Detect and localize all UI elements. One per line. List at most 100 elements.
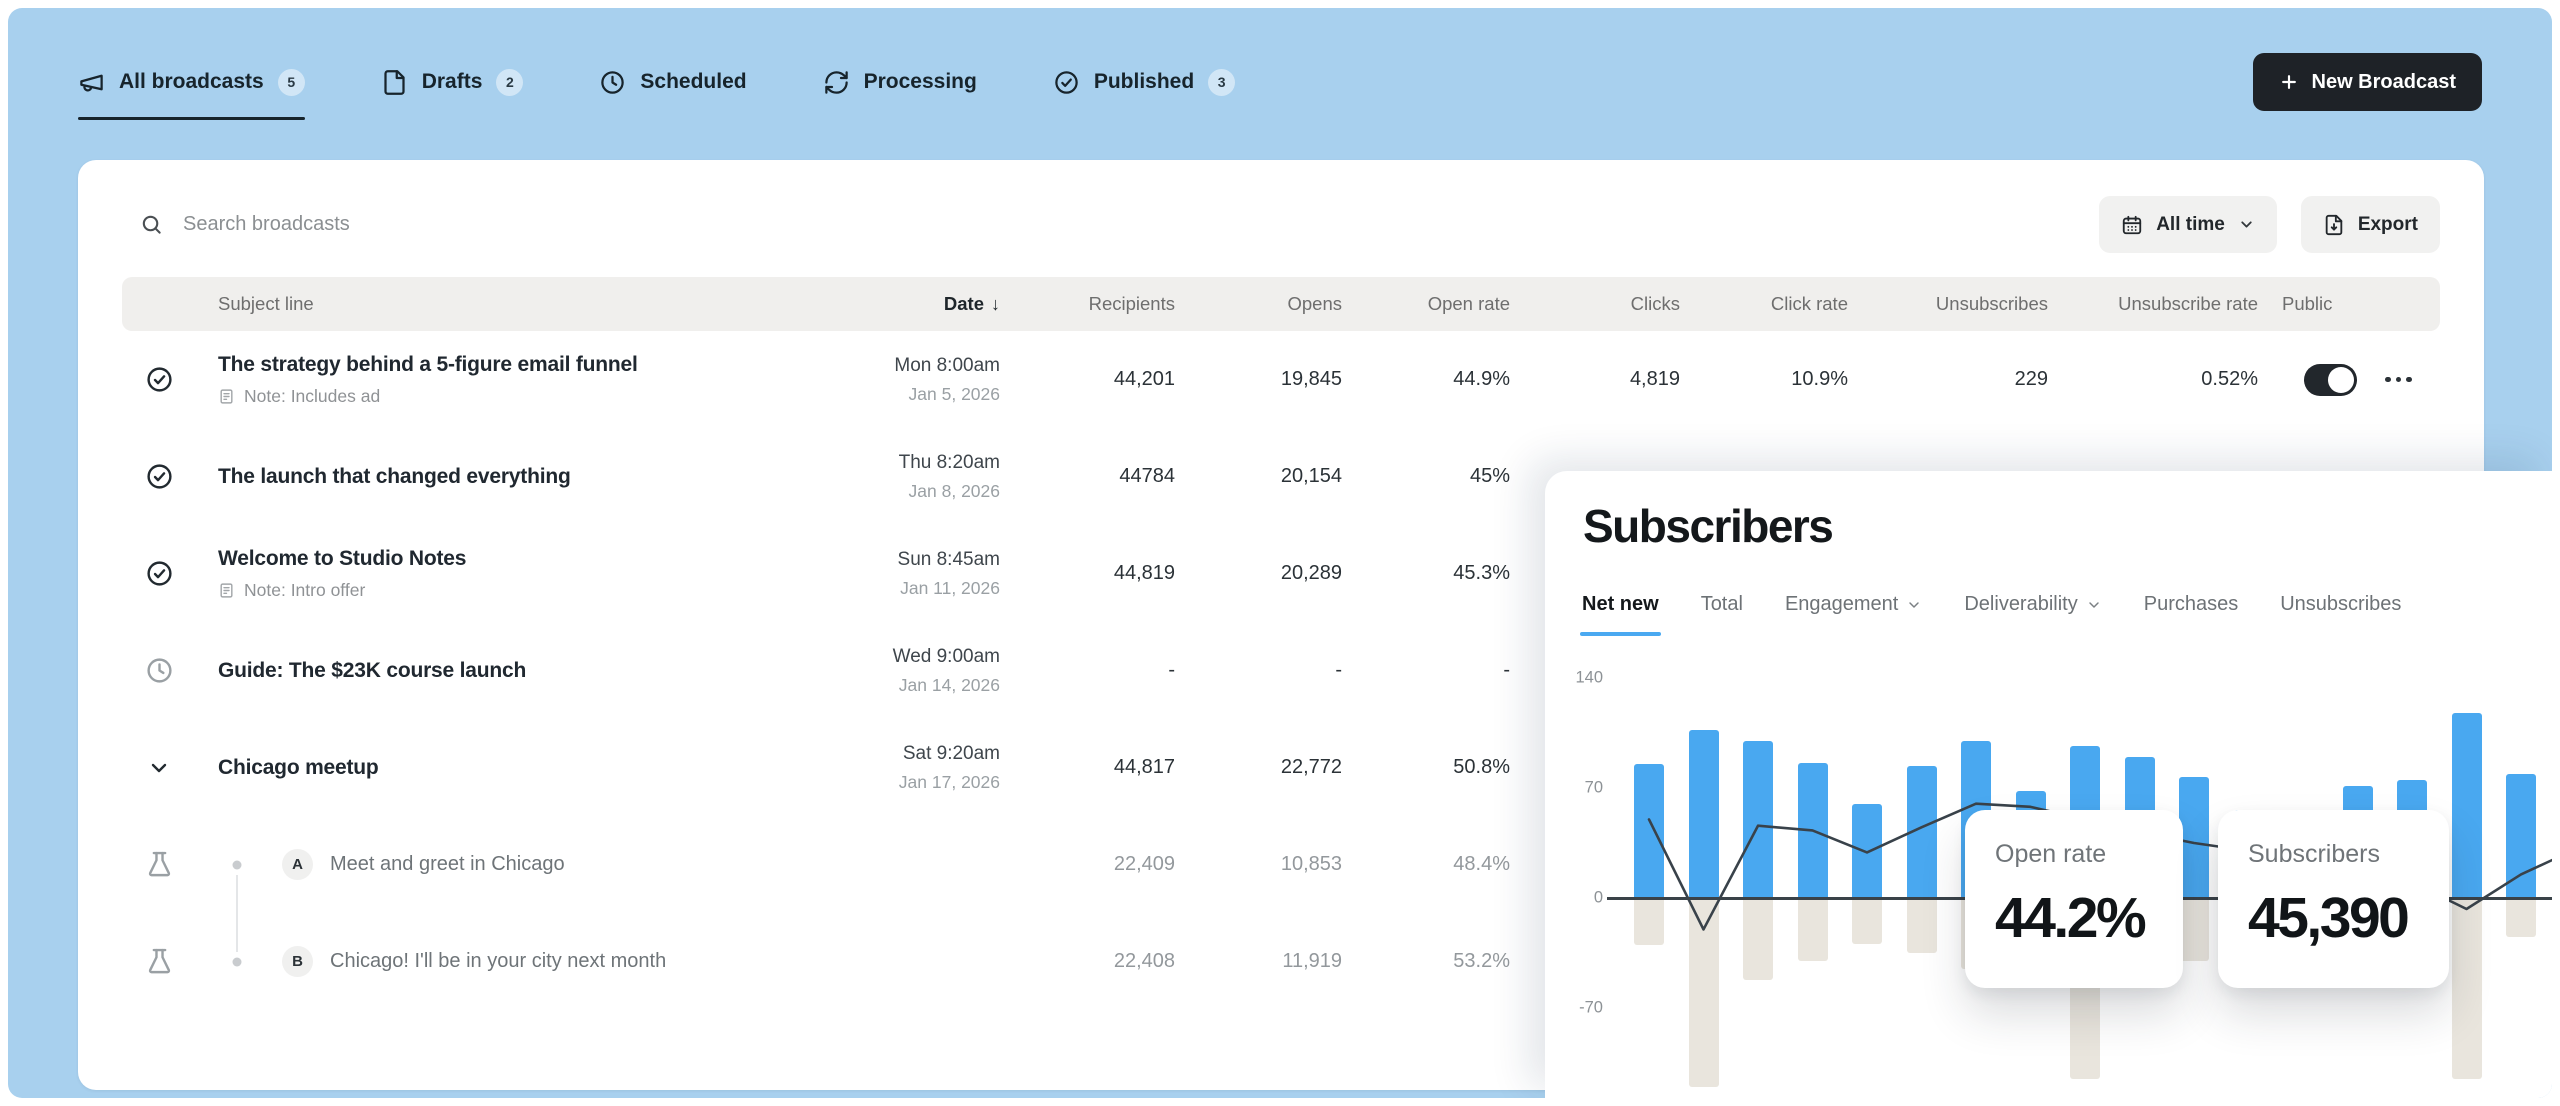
subject-cell: The strategy behind a 5-figure email fun…: [196, 353, 840, 407]
column-header-subject[interactable]: Subject line: [196, 293, 840, 315]
chevron-down-icon: [147, 756, 171, 780]
row-note: Note: Intro offer: [218, 580, 840, 601]
ab-connector-node: [233, 860, 242, 869]
row-title: Chicago meetup: [218, 756, 840, 780]
tab-count-badge: 5: [278, 69, 305, 96]
new-broadcast-label: New Broadcast: [2312, 71, 2457, 94]
date-time: Thu 8:20am: [840, 452, 1000, 474]
note-icon: [218, 388, 235, 405]
date-time: Wed 9:00am: [840, 646, 1000, 668]
clock-icon: [599, 69, 626, 96]
opens-cell: 20,154: [1175, 465, 1342, 488]
date-time: Sat 9:20am: [840, 743, 1000, 765]
column-header-clicks[interactable]: Clicks: [1510, 293, 1680, 315]
ab-connector-line: [236, 910, 238, 952]
row-title: The launch that changed everything: [218, 465, 840, 489]
row-note-text: Note: Includes ad: [244, 386, 380, 407]
export-label: Export: [2358, 214, 2418, 236]
open_rate-cell: 45%: [1342, 465, 1510, 488]
row-title: Welcome to Studio Notes: [218, 547, 840, 571]
open_rate-cell: 44.9%: [1342, 368, 1510, 391]
date-cell: Sun 8:45amJan 11, 2026: [840, 549, 1000, 599]
broadcasts-screenshot: All broadcasts5 Drafts2 Scheduled Processin…: [0, 0, 2560, 1106]
date-range-filter-button[interactable]: All time: [2099, 196, 2277, 253]
date-day: Jan 5, 2026: [840, 384, 1000, 405]
opens-cell: 20,289: [1175, 562, 1342, 585]
subscribers-count-value: 45,390: [2248, 885, 2449, 951]
column-header-unsubscribe_rate[interactable]: Unsubscribe rate: [2048, 293, 2258, 315]
recipients-cell: 22,409: [1000, 853, 1175, 876]
ab-variant-badge: A: [282, 849, 313, 880]
column-header-open_rate[interactable]: Open rate: [1342, 293, 1510, 315]
public-toggle[interactable]: [2304, 364, 2357, 396]
opens-cell: 22,772: [1175, 756, 1342, 779]
chevron-down-icon: [2238, 216, 2255, 233]
tab-drafts[interactable]: Drafts2: [381, 69, 524, 96]
subscribers-panel: Subscribers Net newTotalEngagementDelive…: [1545, 471, 2552, 1098]
date-range-label: All time: [2156, 214, 2225, 236]
subject-cell: Welcome to Studio Notes Note: Intro offer: [196, 547, 840, 601]
date-day: Jan 11, 2026: [840, 578, 1000, 599]
date-cell: Wed 9:00am Jan 14, 2026: [840, 646, 1000, 696]
opens-cell: 10,853: [1175, 853, 1342, 876]
subject-cell: BChicago! I'll be in your city next mont…: [196, 946, 840, 977]
open_rate-cell: 50.8%: [1342, 756, 1510, 779]
search-input[interactable]: [183, 213, 743, 236]
tab-processing[interactable]: Processing: [823, 69, 977, 96]
broadcast-status-tabs: All broadcasts5 Drafts2 Scheduled Processin…: [78, 69, 1235, 96]
row-note: Note: Includes ad: [218, 386, 840, 407]
recipients-cell: 44784: [1000, 465, 1175, 488]
search-icon: [140, 213, 163, 236]
subject-cell: AMeet and greet in Chicago: [196, 849, 840, 880]
tab-scheduled[interactable]: Scheduled: [599, 69, 746, 96]
column-header-opens[interactable]: Opens: [1175, 293, 1342, 315]
open_rate-cell: 53.2%: [1342, 950, 1510, 973]
search-broadcasts: [140, 213, 2099, 236]
public-cell: [2258, 364, 2440, 396]
unsubscribes-cell: 229: [1848, 368, 2048, 391]
new-broadcast-button[interactable]: New Broadcast: [2253, 53, 2483, 111]
sort-desc-icon: ↓: [991, 294, 1000, 315]
check-circle-icon: [145, 365, 174, 394]
subject-cell: Chicago meetup: [196, 756, 840, 780]
broadcasts-page: All broadcasts5 Drafts2 Scheduled Processin…: [8, 8, 2552, 1098]
date-cell: Mon 8:00amJan 5, 2026: [840, 355, 1000, 405]
column-header-date[interactable]: Date↓: [840, 293, 1000, 315]
recipients-cell: 22,408: [1000, 950, 1175, 973]
net-new-subscribers-chart: 140700-70: [1545, 471, 2552, 1098]
row-menu-button[interactable]: [2385, 377, 2412, 383]
row-status: [122, 656, 196, 685]
export-button[interactable]: Export: [2301, 196, 2440, 253]
open_rate-cell: 48.4%: [1342, 853, 1510, 876]
opens-cell: 11,919: [1175, 950, 1342, 973]
refresh-icon: [823, 69, 850, 96]
check-circle-icon: [1053, 69, 1080, 96]
date-day: Jan 17, 2026: [840, 772, 1000, 793]
clicks-cell: 4,819: [1510, 368, 1680, 391]
file-download-icon: [2323, 214, 2345, 236]
tab-all-broadcasts[interactable]: All broadcasts5: [78, 69, 305, 96]
row-title: Chicago! I'll be in your city next month: [330, 950, 666, 973]
date-day: Jan 14, 2026: [840, 675, 1000, 696]
tab-count-badge: 3: [1208, 69, 1235, 96]
column-header-public[interactable]: Public: [2258, 293, 2440, 315]
date-day: Jan 8, 2026: [840, 481, 1000, 502]
column-header-unsubscribes[interactable]: Unsubscribes: [1848, 293, 2048, 315]
click_rate-cell: 10.9%: [1680, 368, 1848, 391]
subscribers-count-card: Subscribers 45,390: [2218, 810, 2449, 988]
open-rate-value: 44.2%: [1995, 885, 2183, 951]
date-cell: Thu 8:20am Jan 8, 2026: [840, 452, 1000, 502]
row-status[interactable]: [122, 756, 196, 780]
date-cell: Sat 9:20am Jan 17, 2026: [840, 743, 1000, 793]
file-icon: [381, 69, 408, 96]
subject-cell: Guide: The $23K course launch: [196, 659, 840, 683]
tab-label: Scheduled: [640, 70, 746, 94]
table-row-0[interactable]: The strategy behind a 5-figure email fun…: [122, 331, 2440, 428]
column-header-click_rate[interactable]: Click rate: [1680, 293, 1848, 315]
open-rate-label: Open rate: [1995, 840, 2183, 869]
open-rate-card: Open rate 44.2%: [1965, 810, 2183, 988]
clock-icon: [145, 656, 174, 685]
column-header-recipients[interactable]: Recipients: [1000, 293, 1175, 315]
tab-published[interactable]: Published3: [1053, 69, 1235, 96]
check-circle-icon: [145, 462, 174, 491]
